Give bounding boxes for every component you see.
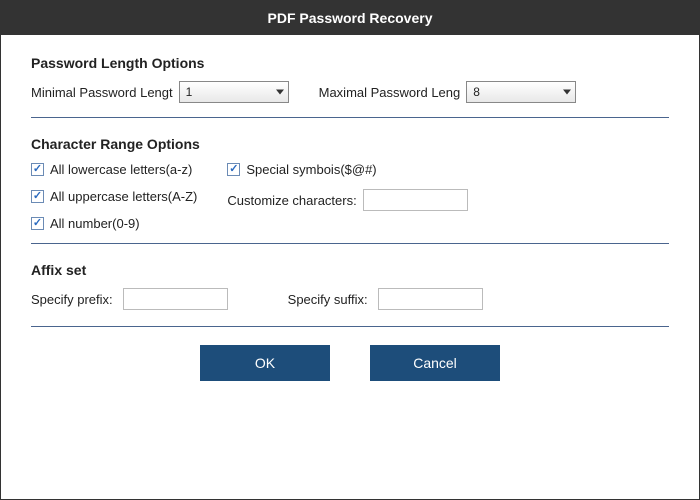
suffix-label: Specify suffix: bbox=[288, 292, 368, 307]
customize-input[interactable] bbox=[363, 189, 468, 211]
uppercase-label: All uppercase letters(A-Z) bbox=[50, 189, 197, 204]
length-section-heading: Password Length Options bbox=[31, 55, 669, 71]
special-label: Special symbois($@#) bbox=[246, 162, 376, 177]
divider bbox=[31, 117, 669, 118]
min-length-label: Minimal Password Lengt bbox=[31, 85, 173, 100]
ok-button[interactable]: OK bbox=[200, 345, 330, 381]
lowercase-label: All lowercase letters(a-z) bbox=[50, 162, 192, 177]
dialog-window: PDF Password Recovery Password Length Op… bbox=[0, 0, 700, 500]
max-length-value: 8 bbox=[473, 85, 480, 99]
cancel-button[interactable]: Cancel bbox=[370, 345, 500, 381]
affix-section-heading: Affix set bbox=[31, 262, 669, 278]
char-col-right: Special symbois($@#) Customize character… bbox=[227, 162, 467, 231]
char-options: All lowercase letters(a-z) All uppercase… bbox=[31, 162, 669, 231]
title-bar: PDF Password Recovery bbox=[1, 1, 699, 35]
customize-label: Customize characters: bbox=[227, 193, 356, 208]
button-row: OK Cancel bbox=[31, 345, 669, 381]
prefix-label: Specify prefix: bbox=[31, 292, 113, 307]
char-section-heading: Character Range Options bbox=[31, 136, 669, 152]
divider bbox=[31, 326, 669, 327]
numbers-row: All number(0-9) bbox=[31, 216, 197, 231]
min-length-value: 1 bbox=[186, 85, 193, 99]
chevron-down-icon bbox=[276, 90, 284, 95]
chevron-down-icon bbox=[563, 90, 571, 95]
prefix-input[interactable] bbox=[123, 288, 228, 310]
affix-row: Specify prefix: Specify suffix: bbox=[31, 288, 669, 310]
content-area: Password Length Options Minimal Password… bbox=[1, 35, 699, 393]
uppercase-checkbox[interactable] bbox=[31, 190, 44, 203]
max-length-select[interactable]: 8 bbox=[466, 81, 576, 103]
numbers-label: All number(0-9) bbox=[50, 216, 140, 231]
divider bbox=[31, 243, 669, 244]
customize-row: Customize characters: bbox=[227, 189, 467, 211]
window-title: PDF Password Recovery bbox=[268, 10, 433, 26]
max-length-label: Maximal Password Leng bbox=[319, 85, 461, 100]
char-col-left: All lowercase letters(a-z) All uppercase… bbox=[31, 162, 197, 231]
min-length-select[interactable]: 1 bbox=[179, 81, 289, 103]
length-row: Minimal Password Lengt 1 Maximal Passwor… bbox=[31, 81, 669, 103]
uppercase-row: All uppercase letters(A-Z) bbox=[31, 189, 197, 204]
numbers-checkbox[interactable] bbox=[31, 217, 44, 230]
special-checkbox[interactable] bbox=[227, 163, 240, 176]
suffix-input[interactable] bbox=[378, 288, 483, 310]
lowercase-row: All lowercase letters(a-z) bbox=[31, 162, 197, 177]
special-row: Special symbois($@#) bbox=[227, 162, 467, 177]
lowercase-checkbox[interactable] bbox=[31, 163, 44, 176]
